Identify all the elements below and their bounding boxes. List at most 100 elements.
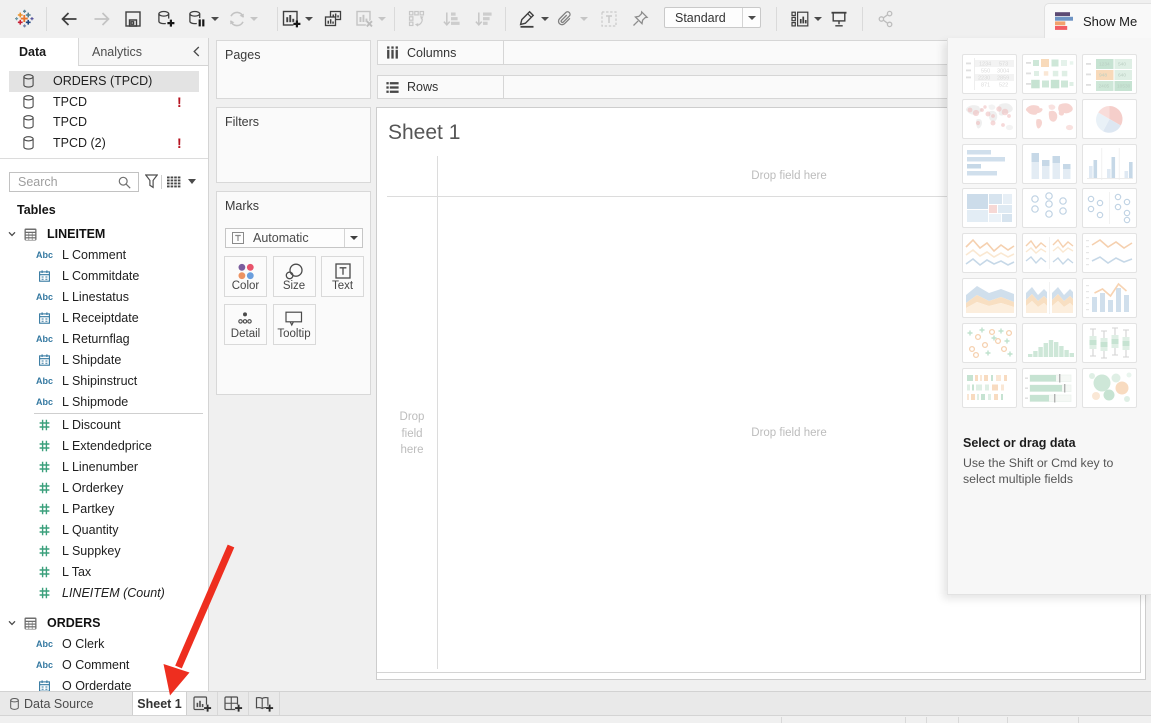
size-button[interactable]: Size xyxy=(273,256,316,297)
new-worksheet-tab-button[interactable] xyxy=(188,692,218,716)
view-options-caret[interactable] xyxy=(188,179,196,184)
field-row[interactable]: Abc O Comment xyxy=(0,654,208,675)
table-group-header[interactable]: LINEITEM xyxy=(0,223,208,245)
showme-thumb-circle-views[interactable] xyxy=(1022,188,1077,228)
showme-thumb-pie-chart[interactable] xyxy=(1082,99,1137,139)
datasource-row[interactable]: ORDERS (TPCD) xyxy=(9,71,199,92)
showme-thumb-filled-map[interactable] xyxy=(1022,99,1077,139)
pages-label: Pages xyxy=(225,48,260,62)
new-dashboard-tab-button[interactable] xyxy=(219,692,249,716)
filter-fields-icon[interactable] xyxy=(145,174,158,189)
datasource-row[interactable]: TPCD ! xyxy=(9,92,199,113)
showme-thumb-bullet-graph[interactable] xyxy=(1022,368,1077,408)
showme-thumb-continuous-area[interactable] xyxy=(962,278,1017,318)
field-row[interactable]: L Partkey xyxy=(0,498,208,519)
view-options-icon[interactable] xyxy=(167,176,181,188)
showme-thumb-heat-map[interactable]: 1234540948640240510530 xyxy=(1082,54,1137,94)
new-story-tab-button[interactable] xyxy=(250,692,280,716)
pages-card[interactable]: Pages xyxy=(216,40,371,99)
collapse-pane-icon[interactable] xyxy=(193,46,200,57)
redo-button[interactable] xyxy=(91,8,113,30)
showme-thumb-discrete-area[interactable] xyxy=(1022,278,1077,318)
showme-thumb-treemap[interactable] xyxy=(962,188,1017,228)
fit-selector[interactable]: Standard xyxy=(664,7,761,28)
showme-thumb-highlight-table[interactable] xyxy=(1022,54,1077,94)
highlight-caret[interactable] xyxy=(541,17,549,21)
showme-thumb-symbol-map[interactable] xyxy=(962,99,1017,139)
mark-type-caret[interactable] xyxy=(344,229,362,247)
presentation-mode-button[interactable] xyxy=(828,8,850,30)
show-mark-labels-button xyxy=(598,8,620,30)
showme-thumb-continuous-lines[interactable] xyxy=(962,233,1017,273)
chevron-down-icon[interactable] xyxy=(8,620,16,626)
showme-thumb-stacked-bars[interactable] xyxy=(1022,144,1077,184)
svg-text:1234: 1234 xyxy=(979,62,991,68)
sheet-title[interactable]: Sheet 1 xyxy=(388,121,460,145)
show-hide-cards-caret[interactable] xyxy=(814,17,822,21)
duplicate-button[interactable] xyxy=(322,8,344,30)
showme-thumb-horizontal-bars[interactable] xyxy=(962,144,1017,184)
showme-thumb-side-by-side-bars[interactable] xyxy=(1082,144,1137,184)
field-row[interactable]: Abc L Shipmode xyxy=(0,391,208,412)
tab-data-source[interactable]: Data Source xyxy=(0,692,132,716)
detail-button[interactable]: Detail xyxy=(224,304,267,345)
field-row[interactable]: Abc L Shipinstruct xyxy=(0,370,208,391)
tab-data[interactable]: Data xyxy=(0,38,78,66)
showme-thumb-packed-bubbles[interactable] xyxy=(1082,368,1137,408)
field-row[interactable]: Abc O Clerk xyxy=(0,633,208,654)
showme-thumb-histogram[interactable] xyxy=(1022,323,1077,363)
show-me-button[interactable]: Show Me xyxy=(1044,3,1151,38)
text-button[interactable]: Text xyxy=(321,256,364,297)
fit-selector-caret[interactable] xyxy=(742,8,760,27)
undo-button[interactable] xyxy=(58,8,80,30)
toolbar-separator xyxy=(394,7,395,31)
field-row[interactable]: L Linenumber xyxy=(0,456,208,477)
datasource-row[interactable]: TPCD xyxy=(9,112,199,133)
field-row[interactable]: L Tax xyxy=(0,561,208,582)
number-type-icon xyxy=(36,419,53,431)
search-box[interactable] xyxy=(9,172,139,192)
showme-thumb-dual-lines[interactable] xyxy=(1082,233,1137,273)
field-row[interactable]: L Receiptdate xyxy=(0,307,208,328)
field-row[interactable]: L Suppkey xyxy=(0,540,208,561)
chevron-down-icon[interactable] xyxy=(8,231,16,237)
filters-card[interactable]: Filters xyxy=(216,107,371,183)
showme-thumb-dual-combination[interactable] xyxy=(1082,278,1137,318)
new-data-source-button[interactable] xyxy=(154,8,176,30)
table-group-header[interactable]: ORDERS xyxy=(0,612,208,634)
search-input[interactable] xyxy=(18,175,118,189)
field-row[interactable]: L Discount xyxy=(0,414,208,435)
tooltip-button[interactable]: Tooltip xyxy=(273,304,316,345)
highlight-button[interactable] xyxy=(516,8,538,30)
toolbar-separator xyxy=(46,7,47,31)
mark-type-dropdown[interactable]: Automatic xyxy=(225,228,363,248)
color-button[interactable]: Color xyxy=(224,256,267,297)
field-row[interactable]: Abc L Returnflag xyxy=(0,328,208,349)
showme-thumb-gantt[interactable] xyxy=(962,368,1017,408)
field-row[interactable]: LINEITEM (Count) xyxy=(0,582,208,603)
tab-sheet1[interactable]: Sheet 1 xyxy=(132,692,187,716)
field-row[interactable]: L Extendedprice xyxy=(0,435,208,456)
save-button[interactable] xyxy=(122,8,144,30)
field-row[interactable]: L Quantity xyxy=(0,519,208,540)
new-worksheet-button[interactable] xyxy=(280,8,302,30)
database-icon xyxy=(23,136,34,150)
new-worksheet-caret[interactable] xyxy=(305,17,313,21)
pause-auto-updates-button[interactable] xyxy=(185,8,207,30)
field-row[interactable]: L Orderkey xyxy=(0,477,208,498)
field-row[interactable]: Abc L Linestatus xyxy=(0,286,208,307)
table-icon xyxy=(24,228,37,241)
tab-analytics[interactable]: Analytics xyxy=(78,38,208,66)
showme-thumb-scatter-plot[interactable] xyxy=(962,323,1017,363)
field-row[interactable]: L Commitdate xyxy=(0,265,208,286)
showme-thumb-box-and-whisker[interactable] xyxy=(1082,323,1137,363)
datasource-row[interactable]: TPCD (2) ! xyxy=(9,133,199,154)
showme-thumb-text-table[interactable]: 1234573550300422302859871522 xyxy=(962,54,1017,94)
field-row[interactable]: L Shipdate xyxy=(0,349,208,370)
field-row[interactable]: Abc L Comment xyxy=(0,244,208,265)
showme-thumb-side-by-side-circles[interactable] xyxy=(1082,188,1137,228)
pause-auto-updates-caret[interactable] xyxy=(211,17,219,21)
clear-sheet-button xyxy=(353,8,375,30)
show-hide-cards-button[interactable] xyxy=(789,8,811,30)
showme-thumb-discrete-lines[interactable] xyxy=(1022,233,1077,273)
